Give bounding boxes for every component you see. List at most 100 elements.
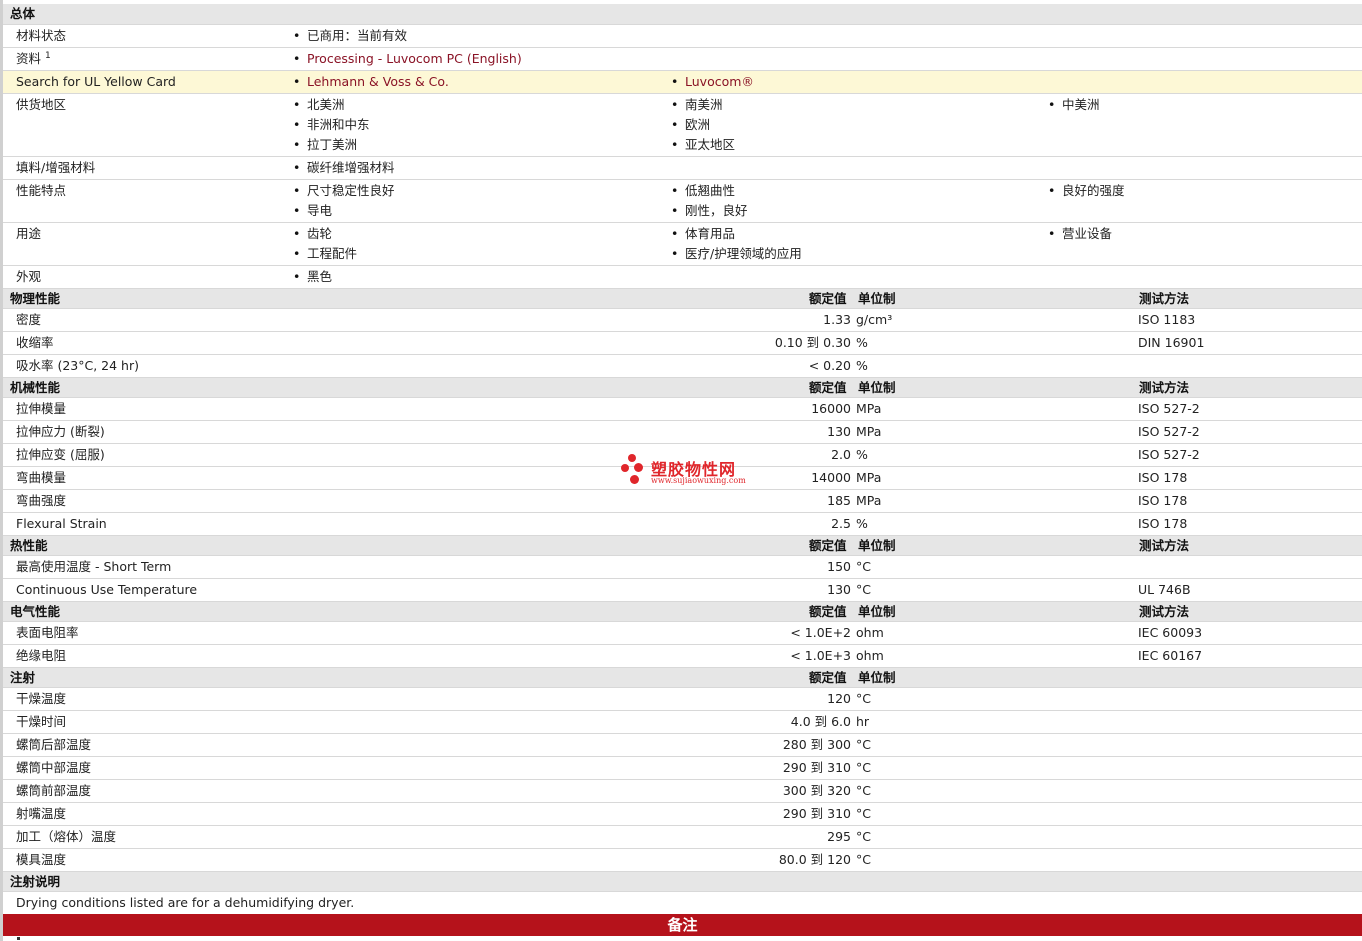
row-label: 拉伸应力 (断裂) [16, 424, 105, 439]
row-value: 2.0 [831, 447, 851, 462]
row-label: 拉伸应变 (屈服) [16, 447, 105, 462]
watermark-url: www.sujiaowuxing.com [651, 476, 746, 485]
row-test-method: ISO 178 [1138, 470, 1188, 485]
list-item: 齿轮 [292, 224, 332, 244]
row-features: 性能特点 尺寸稳定性良好 低翘曲性 良好的强度 导电 刚性，良好 [3, 180, 1362, 223]
row-unit: hr [856, 714, 870, 729]
list-item: 导电 [292, 201, 332, 221]
col-nominal: 额定值 [809, 670, 847, 685]
row-value: 80.0 到 120 [778, 852, 851, 867]
row-value: 16000 [811, 401, 851, 416]
row-value: < 0.20 [808, 358, 851, 373]
row-unit: ohm [856, 648, 884, 663]
notes-title: 备注 [667, 916, 698, 934]
list-item: 碳纤维增强材料 [292, 158, 395, 178]
row-test-method: IEC 60167 [1138, 648, 1203, 663]
col-unit: 单位制 [858, 538, 896, 553]
row-unit: °C [856, 760, 871, 775]
row-documents: 资料 1 Processing - Luvocom PC (English) [3, 48, 1362, 71]
section-header-mechanical: 机械性能 额定值 单位制 测试方法 [3, 378, 1362, 398]
section-title: 电气性能 [10, 604, 61, 619]
row-unit: ohm [856, 625, 884, 640]
section-title: 机械性能 [10, 380, 61, 395]
col-test: 测试方法 [1139, 604, 1190, 619]
table-row: 拉伸模量 16000 MPa ISO 527-2 [3, 398, 1362, 421]
list-item: 非洲和中东 [292, 115, 370, 135]
row-value: 14000 [811, 470, 851, 485]
injection-notes-text: Drying conditions listed are for a dehum… [16, 895, 355, 910]
row-label: 填料/增强材料 [16, 160, 96, 175]
table-row: 螺筒后部温度 280 到 300 °C [3, 734, 1362, 757]
row-test-method: ISO 1183 [1138, 312, 1196, 327]
row-label: 射嘴温度 [16, 806, 67, 821]
col-unit: 单位制 [858, 380, 896, 395]
list-item: 拉丁美洲 [292, 135, 357, 155]
row-uses: 用途 齿轮 体育用品 营业设备 工程配件 医疗/护理领域的应用 [3, 223, 1362, 266]
row-value: < 1.0E+2 [790, 625, 851, 640]
row-value: 150 [827, 559, 851, 574]
section-header-electrical: 电气性能 额定值 单位制 测试方法 [3, 602, 1362, 622]
row-label: 拉伸模量 [16, 401, 67, 416]
row-unit: °C [856, 783, 871, 798]
injection-notes-row: Drying conditions listed are for a dehum… [3, 892, 1362, 914]
row-unit: % [856, 516, 868, 531]
notes-header-bar: 备注 [3, 914, 1362, 936]
row-label: 表面电阻率 [16, 625, 79, 640]
row-value: 1.33 [823, 312, 851, 327]
section-header-injection: 注射 额定值 单位制 [3, 668, 1362, 688]
row-label: 模具温度 [16, 852, 67, 867]
row-value: 300 到 320 [782, 783, 851, 798]
row-unit: °C [856, 806, 871, 821]
col-test: 测试方法 [1139, 538, 1190, 553]
section-title: 热性能 [10, 538, 48, 553]
row-supply-regions: 供货地区 北美洲 南美洲 中美洲 非洲和中东 欧洲 拉丁美洲 亚太地区 [3, 94, 1362, 157]
row-unit: % [856, 358, 868, 373]
list-item: 欧洲 [670, 115, 710, 135]
col-nominal: 额定值 [809, 604, 847, 619]
row-label: 性能特点 [16, 183, 67, 198]
row-value: < 1.0E+3 [790, 648, 851, 663]
watermark: 塑胶物性网 www.sujiaowuxing.com [620, 452, 760, 492]
row-value: 4.0 到 6.0 [790, 714, 851, 729]
lehmann-voss-link[interactable]: Lehmann & Voss & Co. [292, 72, 449, 92]
row-unit: °C [856, 559, 871, 574]
row-label: 最高使用温度 - Short Term [16, 559, 172, 574]
section-title: 注射 [10, 670, 36, 685]
row-label: 绝缘电阻 [16, 648, 67, 663]
row-label: 资料 1 [16, 50, 51, 66]
row-unit: MPa [856, 401, 882, 416]
list-item: 尺寸稳定性良好 [292, 181, 395, 201]
col-unit: 单位制 [858, 670, 896, 685]
ul-search-label[interactable]: Search for UL Yellow Card [16, 72, 176, 92]
list-item: 黑色 [292, 267, 332, 287]
processing-doc-link[interactable]: Processing - Luvocom PC (English) [292, 49, 522, 69]
row-label: 材料状态 [16, 28, 67, 43]
list-item: 良好的强度 [1047, 181, 1125, 201]
row-unit: °C [856, 829, 871, 844]
luvocom-link[interactable]: Luvocom® [670, 72, 754, 92]
section-title: 总体 [10, 6, 36, 21]
row-label: 干燥时间 [16, 714, 67, 729]
row-label: 收缩率 [16, 335, 54, 350]
row-test-method: IEC 60093 [1138, 625, 1203, 640]
row-value: 0.10 到 0.30 [774, 335, 851, 350]
row-filler: 填料/增强材料 碳纤维增强材料 [3, 157, 1362, 180]
row-unit: g/cm³ [856, 312, 893, 327]
table-row: Continuous Use Temperature 130 °C UL 746… [3, 579, 1362, 602]
row-test-method: ISO 527-2 [1138, 401, 1200, 416]
col-test: 测试方法 [1139, 291, 1190, 306]
row-unit: MPa [856, 424, 882, 439]
section-title: 物理性能 [10, 291, 61, 306]
status-value: 已商用：当前有效 [292, 26, 407, 46]
row-value: 2.5 [831, 516, 851, 531]
col-nominal: 额定值 [809, 291, 847, 306]
row-label: Continuous Use Temperature [16, 582, 198, 597]
row-unit: MPa [856, 493, 882, 508]
row-value: 290 到 310 [782, 760, 851, 775]
row-unit: °C [856, 737, 871, 752]
row-value: 295 [827, 829, 851, 844]
section-header-injection-notes: 注射说明 [3, 872, 1362, 892]
list-item: 刚性，良好 [670, 201, 748, 221]
row-label: 弯曲模量 [16, 470, 67, 485]
list-item: 南美洲 [670, 95, 723, 115]
